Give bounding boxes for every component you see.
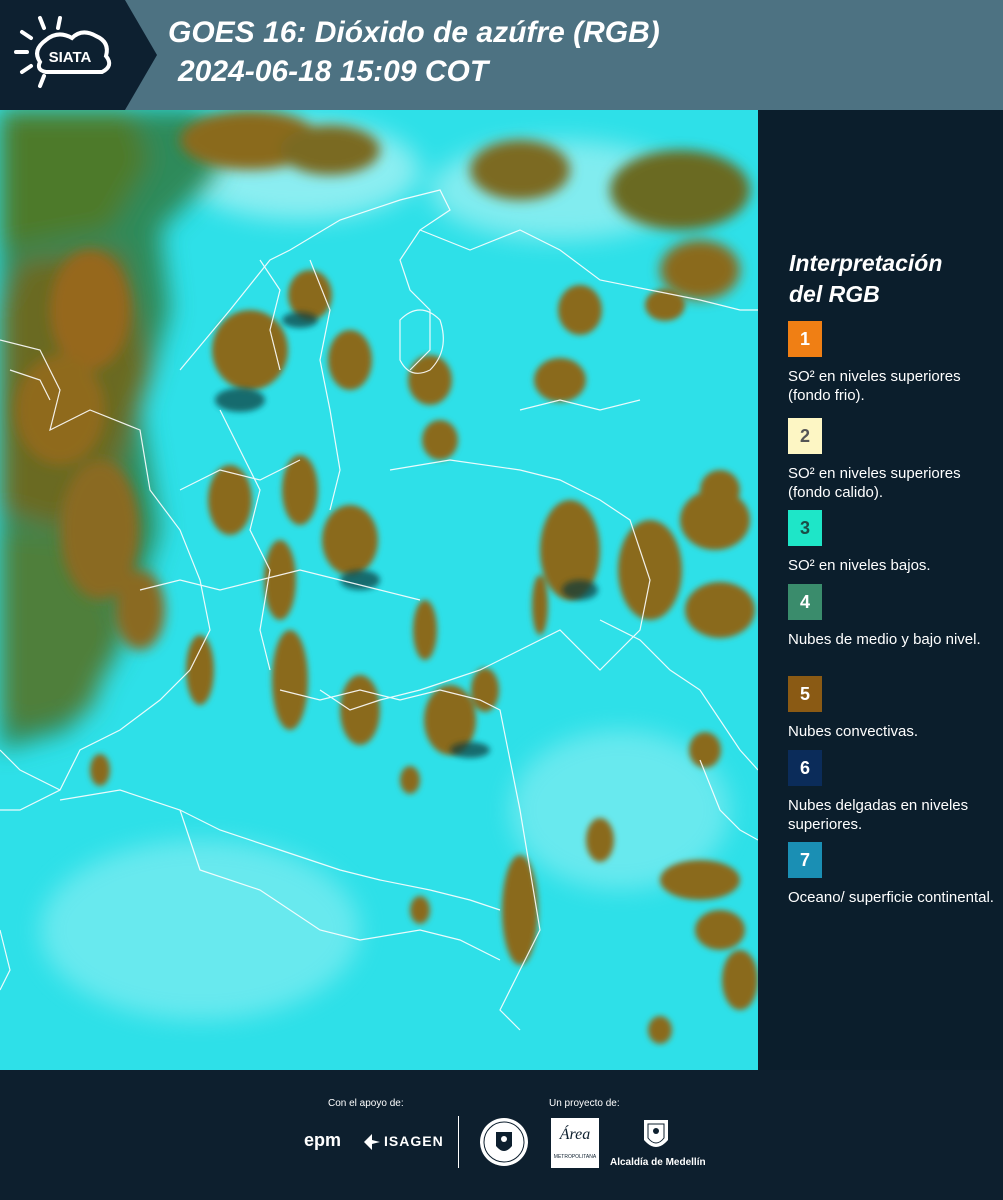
legend-item-7: 7 Oceano/ superficie continental.: [788, 842, 998, 907]
footer: Con el apoyo de: Un proyecto de: epm ISA…: [0, 1070, 1003, 1200]
project-label: Un proyecto de:: [549, 1098, 620, 1109]
area-metropolitana-logo: Área METROPOLITANA: [551, 1118, 599, 1168]
legend-item-5: 5 Nubes convectivas.: [788, 676, 998, 741]
legend-item-3: 3 SO² en niveles bajos.: [788, 510, 998, 575]
legend-swatch-4: 4: [788, 584, 822, 620]
support-label: Con el apoyo de:: [328, 1098, 404, 1109]
legend-swatch-2: 2: [788, 418, 822, 454]
logo-arrow: [125, 0, 157, 110]
legend-item-2: 2 SO² en niveles superiores (fondo calid…: [788, 418, 998, 502]
area-logo-text: Área: [559, 1126, 591, 1143]
legend-swatch-5: 5: [788, 676, 822, 712]
alcaldia-logo-text: Alcaldía de Medellín: [610, 1157, 706, 1168]
legend-item-6: 6 Nubes delgadas en niveles superiores.: [788, 750, 998, 834]
legend-num-7: 7: [799, 849, 810, 870]
legend-num-3: 3: [799, 517, 810, 538]
isagen-mark-icon: [364, 1134, 380, 1150]
legend-text-2: SO² en niveles superiores (fondo calido)…: [788, 465, 961, 501]
legend-title: Interpretación del RGB: [789, 248, 999, 310]
legend-swatch-6: 6: [788, 750, 822, 786]
area-logo-sub: METROPOLITANA: [553, 1154, 597, 1160]
legend-swatch-3: 3: [788, 510, 822, 546]
satellite-image: [0, 110, 758, 1070]
legend-text-3: SO² en niveles bajos.: [788, 557, 931, 574]
legend-item-4: 4 Nubes de medio y bajo nivel.: [788, 584, 998, 649]
logo-text: SIATA: [49, 49, 92, 66]
medellin-seal-icon: [480, 1118, 528, 1166]
legend-text-7: Oceano/ superficie continental.: [788, 889, 994, 906]
footer-divider: [458, 1116, 459, 1168]
legend-panel: Interpretación del RGB 1 SO² en niveles …: [760, 110, 1003, 1070]
page-timestamp: 2024-06-18 15:09 COT: [178, 55, 489, 88]
legend-num-4: 4: [799, 591, 810, 612]
legend-text-1: SO² en niveles superiores (fondo frio).: [788, 368, 961, 404]
legend-text-5: Nubes convectivas.: [788, 723, 919, 740]
legend-num-6: 6: [799, 757, 810, 778]
legend-text-4: Nubes de medio y bajo nivel.: [788, 631, 981, 648]
alcaldia-shield-icon: [644, 1120, 668, 1147]
legend-text-6: Nubes delgadas en niveles superiores.: [788, 797, 969, 833]
epm-logo: epm: [304, 1130, 342, 1150]
legend-title-line2: del RGB: [789, 281, 880, 307]
legend-title-line1: Interpretación: [789, 250, 943, 276]
legend-item-1: 1 SO² en niveles superiores (fondo frio)…: [788, 321, 998, 405]
legend-num-5: 5: [799, 683, 810, 704]
legend-num-1: 1: [799, 328, 810, 349]
page-title: GOES 16: Dióxido de azúfre (RGB): [168, 16, 660, 49]
legend-num-2: 2: [799, 425, 810, 446]
header-bar: SIATA GOES 16: Dióxido de azúfre (RGB) 2…: [0, 0, 1003, 110]
siata-sun-icon: SIATA: [14, 16, 112, 88]
legend-swatch-1: 1: [788, 321, 822, 357]
logo-panel: SIATA: [0, 0, 125, 110]
satellite-map[interactable]: [0, 110, 758, 1070]
legend-swatch-7: 7: [788, 842, 822, 878]
isagen-logo: ISAGEN: [384, 1133, 444, 1149]
